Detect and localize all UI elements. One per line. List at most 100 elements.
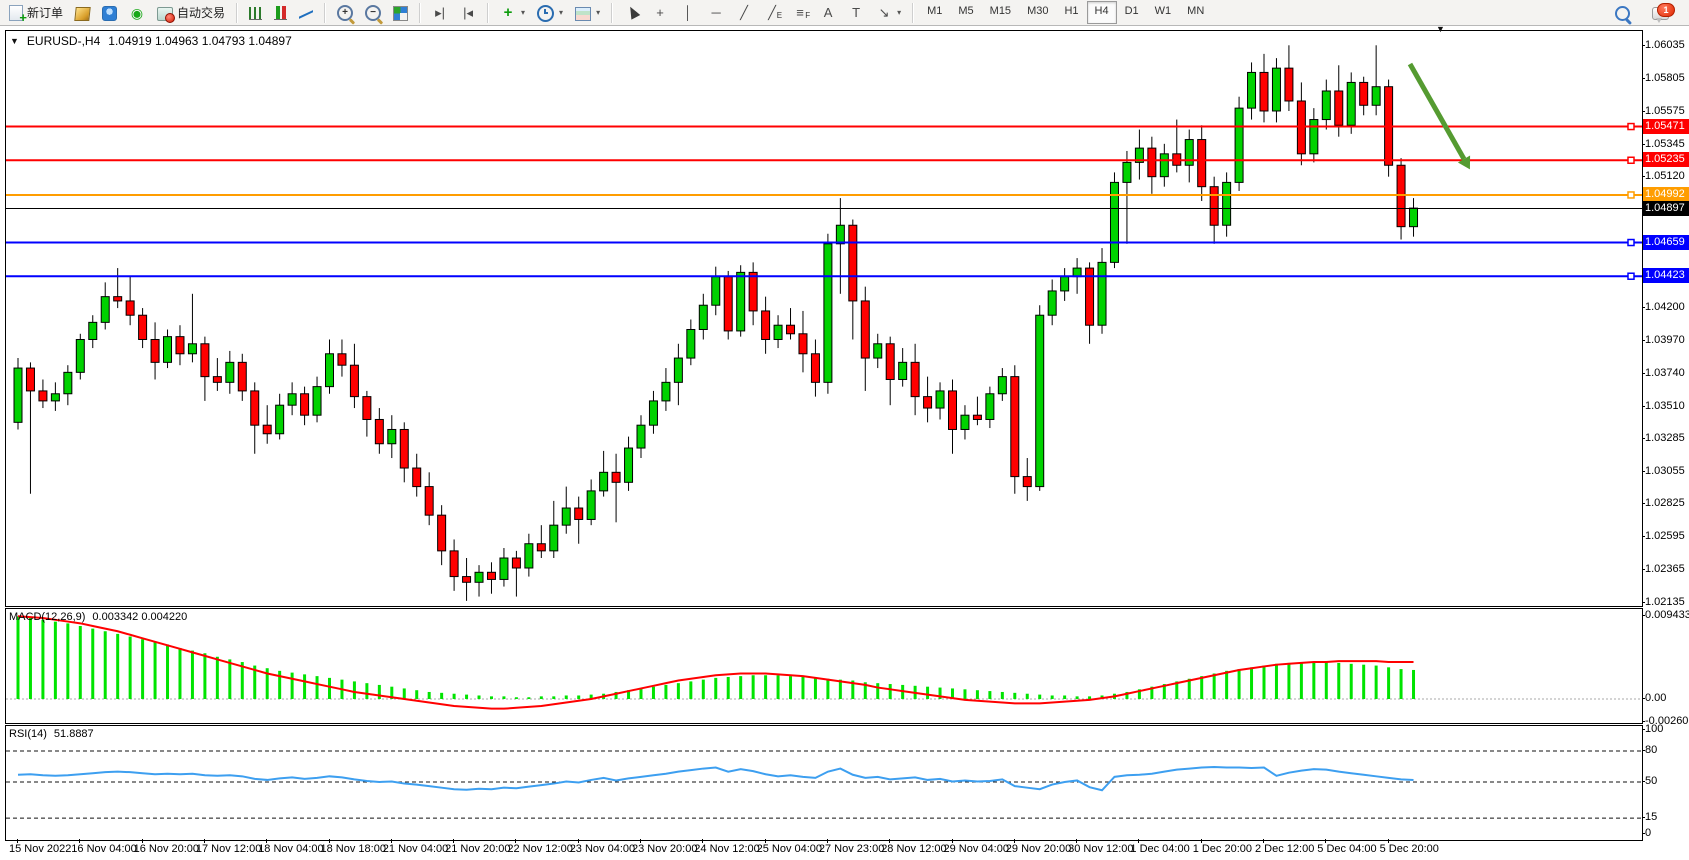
text-button[interactable]: A	[814, 0, 842, 25]
arrows-button[interactable]: ↘▾	[870, 0, 907, 25]
templates-button[interactable]: ▾	[569, 0, 606, 25]
macd-panel[interactable]	[5, 608, 1643, 724]
new-order-button[interactable]: 新订单	[3, 0, 69, 25]
zoom-in-icon: +	[337, 5, 353, 21]
autotrade-button-label: 自动交易	[177, 4, 225, 21]
crosshair-button[interactable]: +	[646, 0, 674, 25]
time-label: 25 Nov 04:00	[757, 843, 822, 855]
price-tick-label: 1.05575	[1645, 105, 1685, 117]
icon-sub-label: F	[805, 8, 810, 24]
toolbar-separator	[611, 3, 613, 23]
timeframe-w1[interactable]: W1	[1147, 1, 1180, 24]
chat-button[interactable]: 1	[1646, 0, 1675, 25]
chart-shift-marker[interactable]: ▼	[1436, 24, 1445, 34]
vertical-line-button[interactable]: │	[674, 0, 702, 25]
rsi-label: RSI(14) 51.8887	[9, 728, 94, 740]
text-label-button[interactable]: T	[842, 0, 870, 25]
down-arrow-annotation[interactable]	[1410, 64, 1470, 169]
styler-icon	[74, 7, 90, 21]
price-axis[interactable]: 1.060351.058051.055751.053451.051201.042…	[1643, 30, 1689, 840]
bar-chart-icon	[249, 7, 262, 20]
search-button[interactable]	[1609, 0, 1636, 25]
vertical-line-icon: │	[680, 5, 696, 21]
timeframe-d1[interactable]: D1	[1117, 1, 1147, 24]
toolbar-group-chart-type	[240, 0, 322, 25]
price-tick-label: 1.02825	[1645, 497, 1685, 509]
horizontal-line-button[interactable]: ─	[702, 0, 730, 25]
toolbar-separator	[324, 3, 326, 23]
price-tick-label: 1.06035	[1645, 39, 1685, 51]
timeframe-h1[interactable]: H1	[1056, 1, 1086, 24]
autotrade-button[interactable]: 自动交易	[151, 0, 231, 25]
price-tick-label: 1.05805	[1645, 72, 1685, 84]
price-tick-label: 1.02365	[1645, 563, 1685, 575]
price-line-tag[interactable]: 1.04423	[1643, 268, 1689, 283]
signals-button[interactable]: ◉	[123, 0, 151, 25]
arrows-icon: ↘	[876, 5, 892, 21]
candlestick-icon	[274, 6, 287, 20]
auto-scroll-button[interactable]: |◂	[454, 0, 482, 25]
fibonacci-button[interactable]: ≡F	[786, 0, 814, 25]
chart-ohlc-values: 1.04919 1.04963 1.04793 1.04897	[108, 34, 292, 48]
rsi-canvas	[6, 726, 1642, 840]
periods-button[interactable]: ▾	[531, 0, 569, 25]
indicators-button[interactable]: +▾	[494, 0, 531, 25]
trendline-button[interactable]: ╱	[730, 0, 758, 25]
price-line-tag[interactable]: 1.04659	[1643, 235, 1689, 250]
rsi-name: RSI(14)	[9, 728, 47, 740]
time-label: 22 Nov 12:00	[507, 843, 572, 855]
timeframe-mn[interactable]: MN	[1179, 1, 1212, 24]
dropdown-caret-icon[interactable]: ▾	[596, 8, 600, 17]
time-label: 16 Nov 04:00	[71, 843, 136, 855]
time-label: 1 Dec 04:00	[1130, 843, 1189, 855]
new-order-button-label: 新订单	[27, 4, 63, 21]
time-label: 27 Nov 23:00	[819, 843, 884, 855]
line-chart-icon	[299, 8, 313, 20]
price-line-tag[interactable]: 1.05235	[1643, 152, 1689, 167]
candlestick-button[interactable]	[268, 0, 293, 25]
price-tick-label: 1.05345	[1645, 138, 1685, 150]
trendline-icon: ╱	[736, 5, 752, 21]
timeframe-m30[interactable]: M30	[1019, 1, 1056, 24]
price-line-tag[interactable]: 1.04897	[1643, 201, 1689, 216]
dropdown-caret-icon[interactable]: ▾	[897, 8, 901, 17]
cursor-button[interactable]	[618, 0, 646, 25]
time-label: 2 Dec 12:00	[1255, 843, 1314, 855]
price-chart-panel[interactable]	[5, 30, 1643, 607]
rsi-panel[interactable]	[5, 725, 1643, 841]
price-tick-label: 1.02135	[1645, 596, 1685, 608]
channel-button[interactable]: ╱E	[758, 0, 786, 25]
time-label: 5 Dec 04:00	[1317, 843, 1376, 855]
dropdown-caret-icon[interactable]: ▾	[521, 8, 525, 17]
styler-button[interactable]	[69, 0, 96, 25]
timeframe-m15[interactable]: M15	[982, 1, 1019, 24]
autotrade-icon	[157, 7, 173, 21]
time-label: 23 Nov 04:00	[570, 843, 635, 855]
timeframe-m1[interactable]: M1	[919, 1, 950, 24]
tile-windows-button[interactable]	[387, 0, 414, 25]
chart-window: ▼ EURUSD-,H4 1.04919 1.04963 1.04793 1.0…	[0, 26, 1689, 859]
timeframe-h4[interactable]: H4	[1087, 1, 1117, 24]
time-axis[interactable]: 15 Nov 202216 Nov 04:0016 Nov 20:0017 No…	[5, 840, 1641, 860]
rsi-tick-label: 100	[1645, 723, 1663, 735]
rsi-tick-label: 50	[1645, 775, 1657, 787]
price-tick-label: 1.05120	[1645, 170, 1685, 182]
auto-scroll-icon: |◂	[460, 5, 476, 21]
charts-profile-button[interactable]	[96, 0, 123, 25]
time-label: 18 Nov 18:00	[321, 843, 386, 855]
toolbar-group-scroll: ▸| |◂	[423, 0, 485, 25]
price-line-tag[interactable]: 1.05471	[1643, 119, 1689, 134]
time-label: 5 Dec 20:00	[1380, 843, 1439, 855]
chart-menu-icon[interactable]: ▼	[10, 36, 19, 46]
text-label-icon: T	[848, 5, 864, 21]
timeframe-m5[interactable]: M5	[950, 1, 981, 24]
dropdown-caret-icon[interactable]: ▾	[559, 8, 563, 17]
chart-shift-button[interactable]: ▸|	[426, 0, 454, 25]
periods-icon	[537, 5, 554, 22]
line-chart-button[interactable]	[293, 0, 319, 25]
zoom-in-button[interactable]: +	[331, 0, 359, 25]
macd-values: 0.003342 0.004220	[92, 611, 187, 623]
new-order-icon	[9, 5, 23, 21]
zoom-out-button[interactable]: −	[359, 0, 387, 25]
bar-chart-button[interactable]	[243, 0, 268, 25]
